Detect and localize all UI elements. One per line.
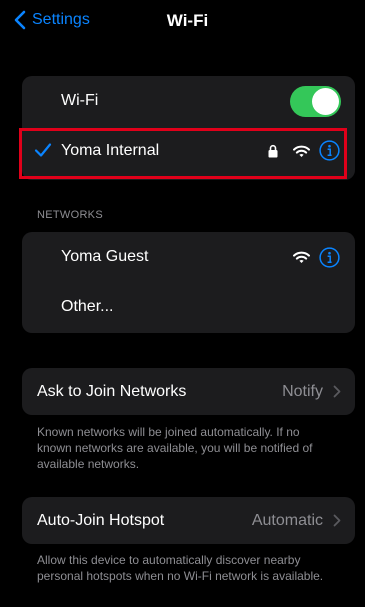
networks-section-header: NETWORKS xyxy=(37,209,103,221)
lock-icon xyxy=(268,144,278,158)
wifi-toggle-switch[interactable] xyxy=(290,86,341,117)
ask-to-join-footnote: Known networks will be joined automatica… xyxy=(37,425,313,471)
page-title: Wi-Fi xyxy=(166,11,209,30)
auto-join-hotspot-value: Automatic xyxy=(251,511,323,529)
auto-join-hotspot-group: Auto-Join Hotspot Automatic xyxy=(22,497,355,544)
auto-join-hotspot-footnote: Allow this device to automatically disco… xyxy=(37,553,324,583)
ask-to-join-group: Ask to Join Networks Notify xyxy=(22,368,355,415)
chevron-right-icon xyxy=(333,514,341,527)
network-name: Other... xyxy=(61,298,114,315)
ask-to-join-row[interactable]: Ask to Join Networks Notify xyxy=(22,368,355,415)
current-network-name: Yoma Internal xyxy=(61,142,160,159)
info-icon[interactable] xyxy=(319,247,340,268)
ask-to-join-value: Notify xyxy=(282,382,323,400)
network-name: Yoma Guest xyxy=(61,248,149,265)
network-row-yoma-guest[interactable]: Yoma Guest xyxy=(22,232,355,282)
navigation-bar: Settings Wi-Fi xyxy=(0,0,365,40)
toggle-knob xyxy=(312,88,339,115)
auto-join-hotspot-row[interactable]: Auto-Join Hotspot Automatic xyxy=(22,497,355,544)
checkmark-icon xyxy=(34,143,52,157)
chevron-right-icon xyxy=(333,385,341,398)
wifi-toggle-row: Wi-Fi xyxy=(22,76,355,126)
wifi-main-group: Wi-Fi Yoma Internal xyxy=(22,76,355,180)
current-network-row[interactable]: Yoma Internal xyxy=(22,126,355,176)
wifi-signal-icon xyxy=(293,251,310,263)
ask-to-join-label: Ask to Join Networks xyxy=(37,382,187,400)
wifi-signal-icon xyxy=(293,145,310,157)
info-icon[interactable] xyxy=(319,140,340,161)
wifi-toggle-label: Wi-Fi xyxy=(61,92,99,109)
networks-group: Yoma Guest Other... xyxy=(22,232,355,333)
auto-join-hotspot-value-container: Automatic xyxy=(252,497,341,544)
network-row-other[interactable]: Other... xyxy=(22,282,355,332)
wifi-settings-screen: Settings Wi-Fi Wi-Fi Yoma Internal NETWO… xyxy=(0,0,365,607)
ask-to-join-value-container: Notify xyxy=(282,368,341,415)
auto-join-hotspot-label: Auto-Join Hotspot xyxy=(37,511,165,529)
